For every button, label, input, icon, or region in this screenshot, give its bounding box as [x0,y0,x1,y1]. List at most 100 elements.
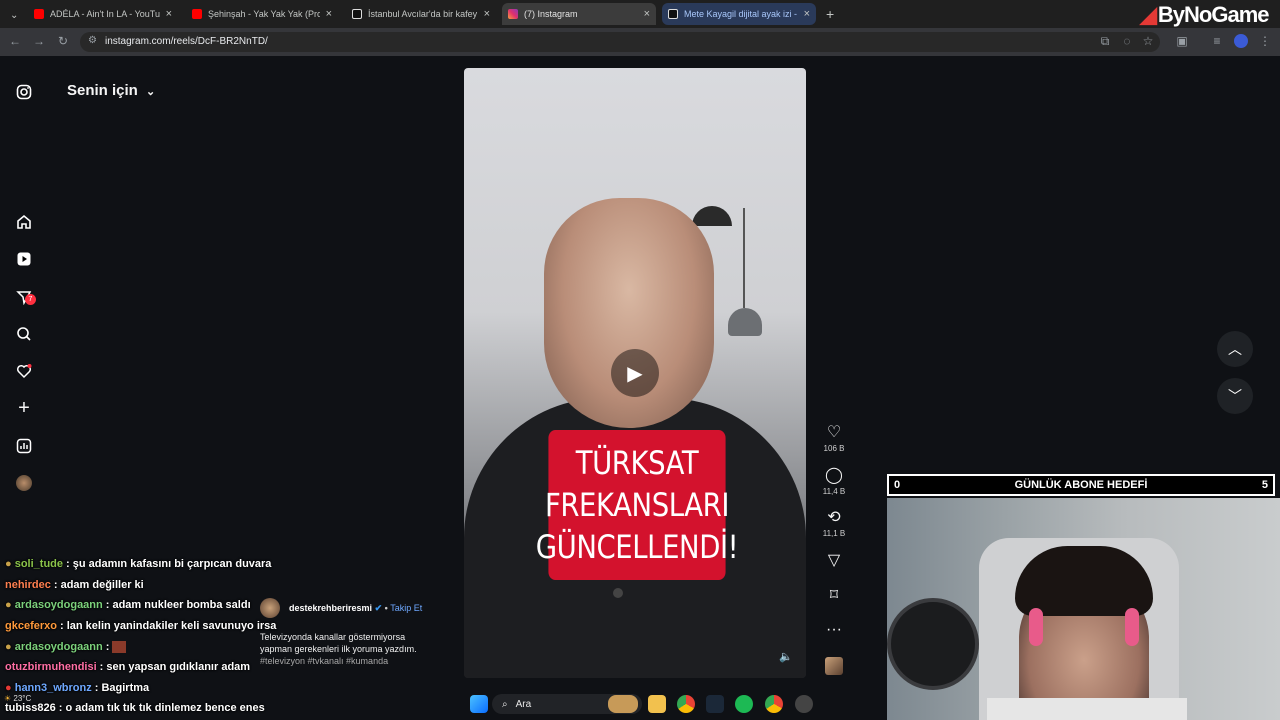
home-icon[interactable] [14,212,34,232]
close-icon[interactable]: × [484,8,490,20]
lamp-fixture [692,206,732,226]
save-button[interactable]: ⌑ [818,587,850,605]
comment-icon: ◯ [825,467,843,484]
subscriber-goal-bar: 0 GÜNLÜK ABONE HEDEFİ 5 [887,474,1275,496]
tiktok-icon [352,9,362,19]
streamer-shirt [987,698,1187,720]
instagram-icon [508,9,518,19]
headset [1125,608,1139,646]
heart-notifications-icon[interactable] [14,361,34,381]
chevron-down-icon: ﹀ [1228,388,1242,404]
address-bar[interactable]: ⚙ instagram.com/reels/DcF-BR2NnTD/ [80,32,1160,52]
close-icon[interactable]: × [804,8,810,20]
forward-arrow-icon[interactable]: → [32,34,46,48]
next-reel-button[interactable]: ﹀ [1217,378,1253,414]
site-info-icon[interactable]: ⚙ [88,35,97,46]
instagram-sidebar: 7 + [0,60,48,500]
more-dots-icon: ··· [826,621,842,638]
search-icon: ⌕ [502,698,508,710]
browser-tab-strip: ⌄ ADÉLA - Ain't In LA - YouTube × Şehinş… [0,0,1280,28]
tab-tiktok-mete[interactable]: Mete Kayagil dijital ayak izi - M × [662,3,816,25]
close-icon[interactable]: × [326,8,332,20]
headset [1029,608,1043,646]
star-icon[interactable]: ☆ [1141,34,1155,48]
tab-search-button[interactable]: ⌄ [4,4,22,26]
feed-selector[interactable]: Senin için ⌄ [67,82,155,99]
stream-chat: ● soli_tude: şu adamın kafasını bi çarpı… [0,556,460,720]
youtube-icon [34,9,44,19]
profile-avatar[interactable] [1234,34,1248,48]
chat-badge-icon: ● [5,682,12,694]
reels-icon[interactable] [14,249,34,269]
dashboard-icon[interactable] [14,436,34,456]
desk-fan [887,598,979,690]
lamp-cord [743,208,745,308]
media-icon[interactable]: ≡ [1210,34,1224,48]
new-tab-button[interactable]: + [820,3,840,25]
chat-message: gkceferxo: lan kelin yanindakiler keli s… [5,620,277,632]
previous-reel-button[interactable]: ︿ [1217,331,1253,367]
instagram-logo-icon[interactable] [14,82,34,102]
file-explorer-icon[interactable] [648,695,666,713]
steam-icon[interactable] [706,695,724,713]
notification-badge: 7 [25,294,36,305]
spotify-icon[interactable] [735,695,753,713]
chat-message: nehirdec: adam değiller ki [5,579,144,591]
chat-message: ● hann3_wbronz: Bagirtma [5,682,150,694]
reload-icon[interactable]: ↻ [56,34,70,48]
flame-icon: ◢ [1140,2,1157,27]
share-button[interactable]: ▽ [818,552,850,570]
messages-icon[interactable]: 7 [14,287,36,307]
like-button[interactable]: ♡ 106 B [818,424,850,453]
chat-message: ● soli_tude: şu adamın kafasını bi çarpı… [5,558,272,570]
shirt-button-detail [613,588,623,598]
audio-thumbnail[interactable] [825,657,843,675]
menu-dots-icon[interactable]: ⋮ [1258,34,1272,48]
chevron-down-icon: ⌄ [146,86,156,98]
chrome-icon[interactable] [677,695,695,713]
volume-icon[interactable]: 🔈 [779,650,793,663]
close-icon[interactable]: × [644,8,650,20]
tab-tiktok-avcilar[interactable]: İstanbul Avcılar'da bir kafey × [346,3,496,25]
tab-instagram[interactable]: (7) Instagram × [502,3,656,25]
streamer-hair [1015,546,1153,616]
send-icon: ▽ [827,552,841,569]
tab-youtube-sehinsah[interactable]: Şehinşah - Yak Yak Yak (Prod. b × [186,3,338,25]
chat-message: ● ardasoydogaann: adam nukleer bomba sal… [5,599,251,611]
install-icon[interactable]: ⧉ [1098,34,1112,48]
search-icon[interactable] [14,324,34,344]
more-options-button[interactable]: ··· [818,621,850,639]
chat-message: ● ardasoydogaann: [5,641,127,654]
extensions-icon[interactable]: ▣ [1175,34,1189,48]
chat-badge-icon: ● [5,558,12,570]
play-button[interactable]: ▶ [611,349,659,397]
weather-widget[interactable]: ☀ 23°C [4,694,31,703]
repost-button[interactable]: ⟲ 11,1 B [818,509,850,538]
windows-start-icon[interactable] [470,695,488,713]
youtube-icon [192,9,202,19]
create-plus-icon[interactable]: + [14,397,34,419]
profile-avatar-icon[interactable] [14,473,34,493]
webcam-feed [887,498,1280,720]
eye-off-icon[interactable]: ◌ [1120,34,1134,48]
tiktok-icon [668,9,678,19]
chrome-active-icon[interactable] [765,695,783,713]
tab-youtube-adela[interactable]: ADÉLA - Ain't In LA - YouTube × [28,3,178,25]
back-arrow-icon[interactable]: ← [8,34,22,48]
chevron-up-icon: ︿ [1228,341,1242,357]
weather-icon: ☀ [4,694,12,703]
bynogame-logo: ◢ ByNoGame [1140,2,1270,27]
play-icon: ▶ [627,362,643,385]
chat-badge-icon: ● [5,641,12,653]
comment-button[interactable]: ◯ 11,4 B [818,467,850,496]
repost-icon: ⟲ [827,509,841,526]
heart-icon: ♡ [826,424,842,441]
bookmark-icon: ⌑ [829,587,839,604]
close-icon[interactable]: × [166,8,172,20]
emote-icon [112,641,127,654]
settings-icon[interactable] [795,695,813,713]
reel-caption-banner: TÜRKSAT FREKANSLARI GÜNCELLENDİ! [536,430,739,580]
chat-message: tubiss826: o adam tık tık tık dinlemez b… [5,702,265,714]
search-highlight-icon[interactable] [608,695,638,713]
chat-message: otuzbirmuhendisi: sen yapsan gıdıklanır … [5,661,251,673]
